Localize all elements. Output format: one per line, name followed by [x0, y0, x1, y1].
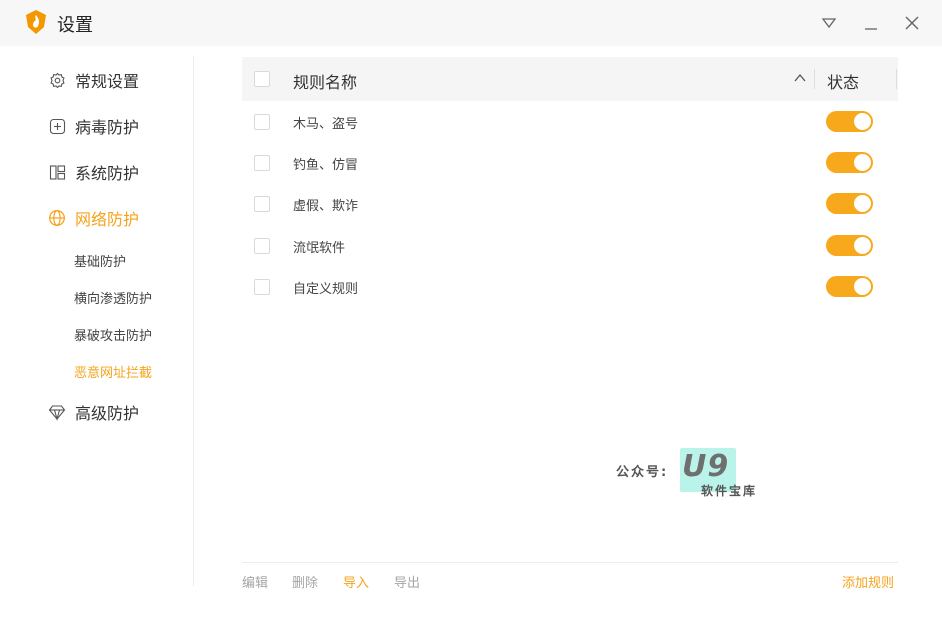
sidebar-item-label: 常规设置: [75, 72, 140, 91]
delete-button[interactable]: 删除: [292, 572, 318, 591]
menu-dropdown-button[interactable]: [817, 11, 841, 35]
sidebar-item-general[interactable]: 常规设置: [48, 65, 139, 95]
edit-button[interactable]: 编辑: [242, 572, 268, 591]
sidebar-divider: [193, 56, 194, 586]
close-icon: [905, 16, 919, 30]
toggle-knob: [854, 113, 871, 130]
row-checkbox[interactable]: [254, 238, 270, 254]
sidebar-subitem-basic[interactable]: 基础防护: [74, 251, 126, 270]
toggle-knob: [854, 237, 871, 254]
sidebar-subitem-bruteforce[interactable]: 暴破攻击防护: [74, 325, 152, 344]
rule-name: 钓鱼、仿冒: [293, 158, 359, 173]
toggle-knob: [854, 195, 871, 212]
windows-icon: [48, 163, 66, 181]
toggle-knob: [854, 154, 871, 171]
rule-toggle[interactable]: [826, 276, 873, 297]
sidebar-item-label: 高级防护: [75, 404, 140, 423]
table-header: 规则名称 状态: [242, 57, 898, 101]
column-separator: [896, 69, 897, 89]
sidebar-item-advanced[interactable]: 高级防护: [48, 397, 139, 427]
watermark-sub: 软件宝库: [701, 484, 758, 498]
add-rule-button[interactable]: 添加规则: [842, 572, 894, 591]
minimize-button[interactable]: [859, 11, 883, 35]
sort-up-icon[interactable]: [793, 71, 807, 85]
title-bar: 设置: [0, 0, 942, 46]
table-row: 自定义规则: [242, 266, 898, 308]
rule-name: 自定义规则: [293, 282, 359, 297]
footer-divider: [242, 562, 898, 563]
import-button[interactable]: 导入: [343, 572, 369, 591]
table-row: 流氓软件: [242, 225, 898, 267]
column-header-status: 状态: [827, 73, 860, 92]
sidebar-item-virus[interactable]: 病毒防护: [48, 111, 139, 141]
rule-name: 木马、盗号: [293, 117, 359, 132]
diamond-icon: [48, 403, 66, 421]
watermark-brand: U9: [682, 449, 730, 484]
sidebar-item-network[interactable]: 网络防护: [48, 203, 139, 233]
table-row: 虚假、欺诈: [242, 183, 898, 225]
sidebar-subitem-malicious-url[interactable]: 恶意网址拦截: [74, 362, 152, 381]
column-separator: [814, 69, 815, 89]
table-row: 木马、盗号: [242, 101, 898, 143]
row-checkbox[interactable]: [254, 114, 270, 130]
app-logo-icon: [26, 10, 46, 34]
rule-name: 流氓软件: [293, 241, 346, 256]
rule-toggle[interactable]: [826, 235, 873, 256]
minimize-icon: [865, 28, 877, 30]
close-button[interactable]: [900, 11, 924, 35]
row-checkbox[interactable]: [254, 155, 270, 171]
select-all-checkbox[interactable]: [254, 71, 270, 87]
watermark-prefix: 公众号:: [616, 465, 669, 480]
rule-toggle[interactable]: [826, 152, 873, 173]
sidebar-item-label: 网络防护: [75, 210, 140, 229]
gear-icon: [48, 71, 66, 89]
sidebar-item-label: 系统防护: [75, 164, 140, 183]
column-header-rule-name[interactable]: 规则名称: [293, 69, 357, 93]
rule-name: 虚假、欺诈: [293, 199, 359, 214]
sidebar-item-label: 病毒防护: [75, 118, 140, 137]
dropdown-icon: [821, 18, 837, 29]
window-title: 设置: [57, 15, 93, 36]
sidebar-item-system[interactable]: 系统防护: [48, 157, 139, 187]
rule-toggle[interactable]: [826, 193, 873, 214]
sidebar-subitem-lateral[interactable]: 横向渗透防护: [74, 288, 152, 307]
row-checkbox[interactable]: [254, 196, 270, 212]
toggle-knob: [854, 278, 871, 295]
table-row: 钓鱼、仿冒: [242, 142, 898, 184]
row-checkbox[interactable]: [254, 279, 270, 295]
plus-square-icon: [48, 117, 66, 135]
rule-toggle[interactable]: [826, 111, 873, 132]
globe-icon: [48, 209, 66, 227]
export-button[interactable]: 导出: [394, 572, 420, 591]
